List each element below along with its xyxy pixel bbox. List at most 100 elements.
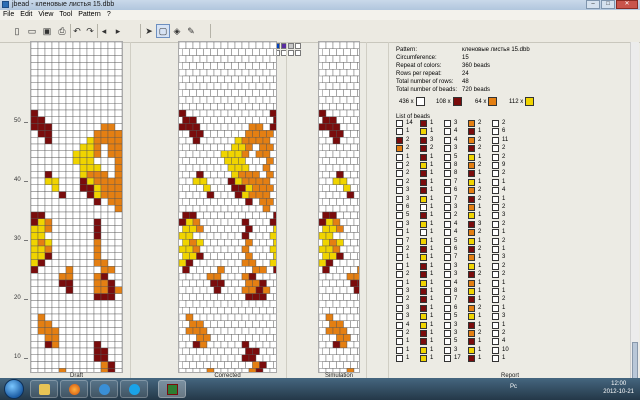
bead-cell[interactable]: [353, 96, 359, 104]
menu-pattern[interactable]: Pattern: [75, 10, 104, 20]
bead-cell[interactable]: [189, 266, 197, 274]
bead-cell[interactable]: [206, 109, 215, 118]
bead-cell[interactable]: [79, 184, 88, 192]
bead-cell[interactable]: [114, 170, 122, 179]
bead-cell[interactable]: [224, 62, 232, 70]
bead-cell[interactable]: [72, 191, 81, 199]
bead-cell[interactable]: [189, 130, 197, 138]
bead-cell[interactable]: [336, 252, 344, 260]
bead-cell[interactable]: [346, 354, 355, 362]
taskbar-jbead[interactable]: [158, 380, 186, 398]
bead-cell[interactable]: [227, 245, 236, 254]
bead-cell[interactable]: [210, 225, 218, 233]
bead-cell[interactable]: [107, 143, 116, 152]
bead-cell[interactable]: [325, 42, 334, 50]
bead-cell[interactable]: [199, 245, 208, 254]
bead-cell[interactable]: [72, 368, 81, 372]
bead-cell[interactable]: [220, 300, 229, 308]
bead-cell[interactable]: [252, 75, 260, 84]
menu-view[interactable]: View: [35, 10, 56, 20]
bead-cell[interactable]: [31, 232, 39, 240]
bead-cell[interactable]: [192, 327, 201, 335]
bead-cell[interactable]: [44, 130, 53, 138]
bead-cell[interactable]: [107, 136, 116, 145]
bead-cell[interactable]: [72, 82, 81, 90]
bead-cell[interactable]: [353, 164, 359, 172]
bead-cell[interactable]: [100, 96, 109, 104]
bead-cell[interactable]: [217, 89, 225, 97]
bead-cell[interactable]: [31, 48, 39, 56]
bead-cell[interactable]: [234, 150, 243, 158]
bead-cell[interactable]: [72, 293, 81, 301]
bead-cell[interactable]: [86, 103, 95, 111]
bead-cell[interactable]: [231, 347, 239, 356]
bead-cell[interactable]: [86, 293, 95, 301]
bead-cell[interactable]: [273, 307, 277, 315]
bead-cell[interactable]: [241, 313, 250, 322]
bead-cell[interactable]: [319, 69, 327, 77]
bead-cell[interactable]: [199, 69, 208, 77]
bead-cell[interactable]: [252, 170, 260, 179]
bead-cell[interactable]: [319, 123, 327, 131]
bead-cell[interactable]: [339, 109, 348, 118]
bead-cell[interactable]: [357, 198, 360, 206]
bead-cell[interactable]: [72, 177, 81, 186]
bead-cell[interactable]: [343, 170, 351, 179]
bead-cell[interactable]: [241, 204, 250, 213]
bead-cell[interactable]: [51, 347, 60, 356]
bead-cell[interactable]: [353, 177, 359, 186]
bead-cell[interactable]: [37, 48, 46, 56]
bead-cell[interactable]: [224, 130, 232, 138]
bead-cell[interactable]: [329, 320, 337, 328]
bead-cell[interactable]: [196, 184, 204, 192]
start-button[interactable]: [4, 379, 24, 399]
bead-cell[interactable]: [259, 157, 267, 165]
bead-cell[interactable]: [58, 266, 67, 274]
bead-cell[interactable]: [100, 109, 109, 118]
bead-cell[interactable]: [37, 130, 46, 138]
bead-cell[interactable]: [93, 313, 102, 322]
bead-cell[interactable]: [245, 89, 253, 97]
bead-cell[interactable]: [357, 62, 360, 70]
bead-cell[interactable]: [252, 293, 260, 301]
bead-cell[interactable]: [44, 150, 53, 158]
bead-cell[interactable]: [234, 218, 243, 226]
bead-cell[interactable]: [199, 177, 208, 186]
bead-cell[interactable]: [58, 218, 67, 226]
bead-cell[interactable]: [245, 307, 253, 315]
bead-cell[interactable]: [79, 170, 88, 179]
bead-cell[interactable]: [269, 177, 276, 186]
bead-cell[interactable]: [86, 164, 95, 172]
bead-cell[interactable]: [332, 259, 341, 267]
bead-cell[interactable]: [227, 150, 236, 158]
bead-cell[interactable]: [51, 300, 60, 308]
bead-cell[interactable]: [44, 361, 53, 369]
bead-cell[interactable]: [255, 245, 264, 254]
undo-icon[interactable]: ↶: [71, 25, 83, 37]
bead-cell[interactable]: [44, 191, 53, 199]
bead-cell[interactable]: [259, 361, 267, 369]
bead-cell[interactable]: [107, 170, 116, 179]
bead-cell[interactable]: [196, 48, 204, 56]
bead-cell[interactable]: [269, 259, 276, 267]
bead-cell[interactable]: [185, 218, 194, 226]
bead-cell[interactable]: [93, 266, 102, 274]
bead-cell[interactable]: [79, 143, 88, 152]
bead-cell[interactable]: [259, 266, 267, 274]
bead-cell[interactable]: [343, 225, 351, 233]
bead-cell[interactable]: [248, 150, 257, 158]
bead-cell[interactable]: [343, 266, 351, 274]
bead-cell[interactable]: [343, 198, 351, 206]
bead-cell[interactable]: [37, 157, 46, 165]
bead-cell[interactable]: [189, 198, 197, 206]
bead-cell[interactable]: [248, 286, 257, 294]
bead-cell[interactable]: [273, 62, 277, 70]
bead-cell[interactable]: [266, 198, 274, 206]
bead-cell[interactable]: [245, 143, 253, 152]
bead-cell[interactable]: [65, 218, 74, 226]
bead-cell[interactable]: [37, 170, 46, 179]
bead-cell[interactable]: [100, 245, 109, 254]
draft-panel[interactable]: [31, 42, 122, 372]
bead-cell[interactable]: [350, 116, 358, 124]
bead-cell[interactable]: [58, 204, 67, 213]
